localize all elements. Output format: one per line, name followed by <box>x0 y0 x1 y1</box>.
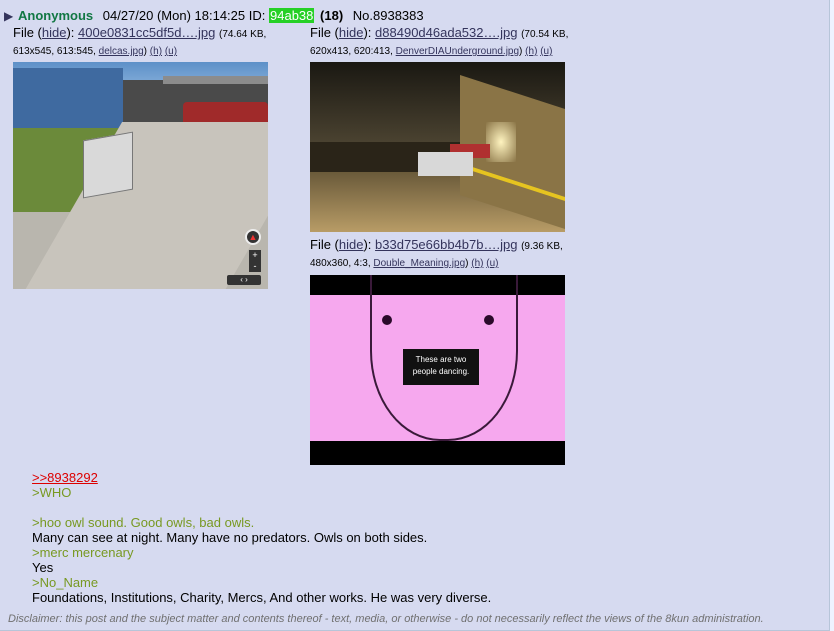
post-date: 04/27/20 (Mon) 18:14:25 <box>102 8 246 23</box>
file-1-hide-link[interactable]: hide <box>42 25 67 40</box>
file-1: File (hide): 400e0831cc5df5d….jpg (74.64… <box>13 24 278 290</box>
thumb-dot-right <box>484 315 494 325</box>
file-3-h-link[interactable]: (h) <box>471 258 483 269</box>
thumb-train <box>418 152 473 176</box>
thumb-caption: These are two people dancing. <box>403 349 479 385</box>
thumb-sign <box>83 131 133 199</box>
file-1-size: (74.64 KB, <box>219 29 267 40</box>
file-separator: ): <box>66 25 75 40</box>
file-3-meta: 480x360, 4:3, Double_Meaning.jpg) (h) (u… <box>310 255 575 273</box>
file-1-name-link[interactable]: 400e0831cc5df5d….jpg <box>78 25 215 40</box>
file-2-info: File (hide): d88490d46ada532….jpg (70.54… <box>310 24 575 61</box>
greentext-line: >WHO <box>32 485 72 500</box>
poster-id-label: ID: <box>248 8 266 23</box>
pan-arrows-icon: ‹ › <box>227 275 261 285</box>
zoom-in-icon: + <box>252 250 258 260</box>
body-text-line: Foundations, Institutions, Charity, Merc… <box>32 590 492 605</box>
file-2: File (hide): d88490d46ada532….jpg (70.54… <box>310 24 575 234</box>
zoom-controls-icon: + - <box>249 250 261 272</box>
greentext-line: >No_Name <box>32 575 99 590</box>
file-3-dims: 480x360, 4:3, <box>310 258 371 269</box>
file-2-u-link[interactable]: (u) <box>540 46 552 57</box>
file-2-h-link[interactable]: (h) <box>525 46 537 57</box>
file-1-u-link[interactable]: (u) <box>165 46 177 57</box>
file-1-original-name[interactable]: delcas.jpg <box>99 46 144 57</box>
file-separator: ): <box>363 237 372 252</box>
post-intro: ▶ Anonymous 04/27/20 (Mon) 18:14:25 ID: 9… <box>4 7 424 25</box>
file-separator: ): <box>363 25 372 40</box>
poster-name: Anonymous <box>18 8 94 23</box>
post-container: ▶ Anonymous 04/27/20 (Mon) 18:14:25 ID: 9… <box>0 0 830 631</box>
greentext-line: >merc mercenary <box>32 545 134 560</box>
file-1-thumbnail[interactable]: ▲ + - ‹ › <box>13 62 268 289</box>
compass-icon: ▲ <box>245 229 261 245</box>
file-3: File (hide): b33d75e66bb4b7b….jpg (9.36 … <box>310 236 575 468</box>
thumb-building <box>13 68 123 128</box>
file-2-original-name[interactable]: DenverDIAUnderground.jpg <box>396 46 519 57</box>
paren-close: ) <box>465 258 469 269</box>
file-2-dims: 620x413, 620:413, <box>310 46 393 57</box>
paren-close: ) <box>519 46 523 57</box>
thumb-dot-left <box>382 315 392 325</box>
thumb-carport <box>163 76 268 84</box>
file-1-meta: 613x545, 613:545, delcas.jpg) (h) (u) <box>13 43 278 61</box>
body-text-line: Many can see at night. Many have no pred… <box>32 530 428 545</box>
file-label: File ( <box>13 25 42 40</box>
file-2-size: (70.54 KB, <box>521 29 569 40</box>
file-1-info: File (hide): 400e0831cc5df5d….jpg (74.64… <box>13 24 278 61</box>
post-menu-arrow-icon[interactable]: ▶ <box>4 7 18 25</box>
post-number[interactable]: No.8938383 <box>353 8 424 23</box>
file-3-name-link[interactable]: b33d75e66bb4b7b….jpg <box>375 237 517 252</box>
paren-close: ) <box>143 46 148 57</box>
reply-count: (18) <box>320 8 344 23</box>
file-3-u-link[interactable]: (u) <box>486 258 498 269</box>
file-3-hide-link[interactable]: hide <box>339 237 364 252</box>
file-label: File ( <box>310 237 339 252</box>
reply-backlink[interactable]: >>8938292 <box>32 470 98 485</box>
file-3-info: File (hide): b33d75e66bb4b7b….jpg (9.36 … <box>310 236 575 273</box>
body-text-line: Yes <box>32 560 54 575</box>
zoom-out-icon: - <box>253 261 257 271</box>
file-label: File ( <box>310 25 339 40</box>
file-3-size: (9.36 KB, <box>521 241 563 252</box>
file-1-h-link[interactable]: (h) <box>150 46 162 57</box>
disclaimer: Disclaimer: this post and the subject ma… <box>8 613 764 625</box>
file-2-name-link[interactable]: d88490d46ada532….jpg <box>375 25 517 40</box>
file-1-dims: 613x545, 613:545, <box>13 46 96 57</box>
greentext-line: >hoo owl sound. Good owls, bad owls. <box>32 515 255 530</box>
file-2-hide-link[interactable]: hide <box>339 25 364 40</box>
thumb-light <box>486 122 516 162</box>
poster-id[interactable]: 94ab38 <box>269 8 315 23</box>
file-2-thumbnail[interactable] <box>310 62 565 232</box>
file-2-meta: 620x413, 620:413, DenverDIAUnderground.j… <box>310 43 575 61</box>
file-3-thumbnail[interactable]: These are two people dancing. <box>310 275 565 465</box>
post-body: >>8938292 >WHO >hoo owl sound. Good owls… <box>32 470 812 605</box>
file-3-original-name[interactable]: Double_Meaning.jpg <box>373 258 465 269</box>
